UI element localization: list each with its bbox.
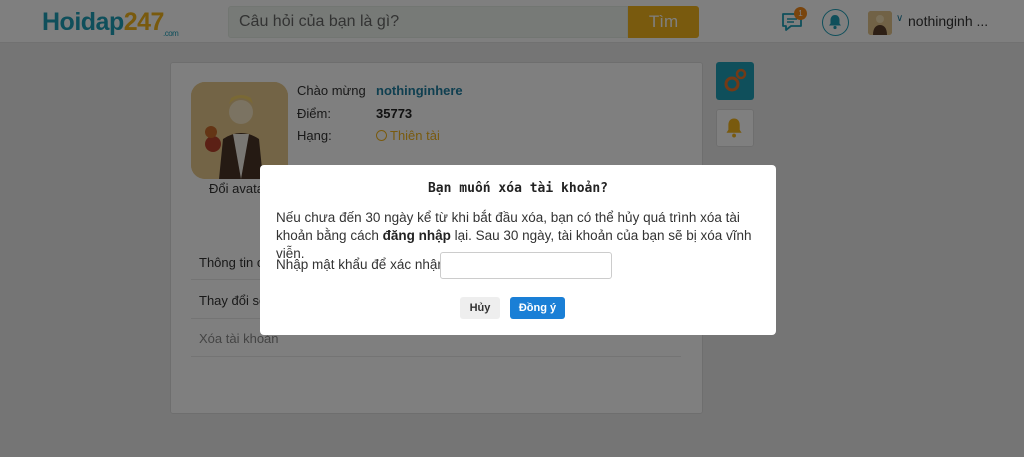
confirm-button[interactable]: Đồng ý xyxy=(510,297,565,319)
password-label: Nhập mật khẩu để xác nhận: xyxy=(276,257,449,272)
password-field[interactable] xyxy=(440,252,612,279)
login-emphasis: đăng nhập xyxy=(382,228,451,243)
delete-account-dialog: Bạn muốn xóa tài khoản? Nếu chưa đến 30 … xyxy=(260,165,776,335)
dialog-title: Bạn muốn xóa tài khoản? xyxy=(427,181,608,196)
cancel-button[interactable]: Hủy xyxy=(460,297,500,319)
